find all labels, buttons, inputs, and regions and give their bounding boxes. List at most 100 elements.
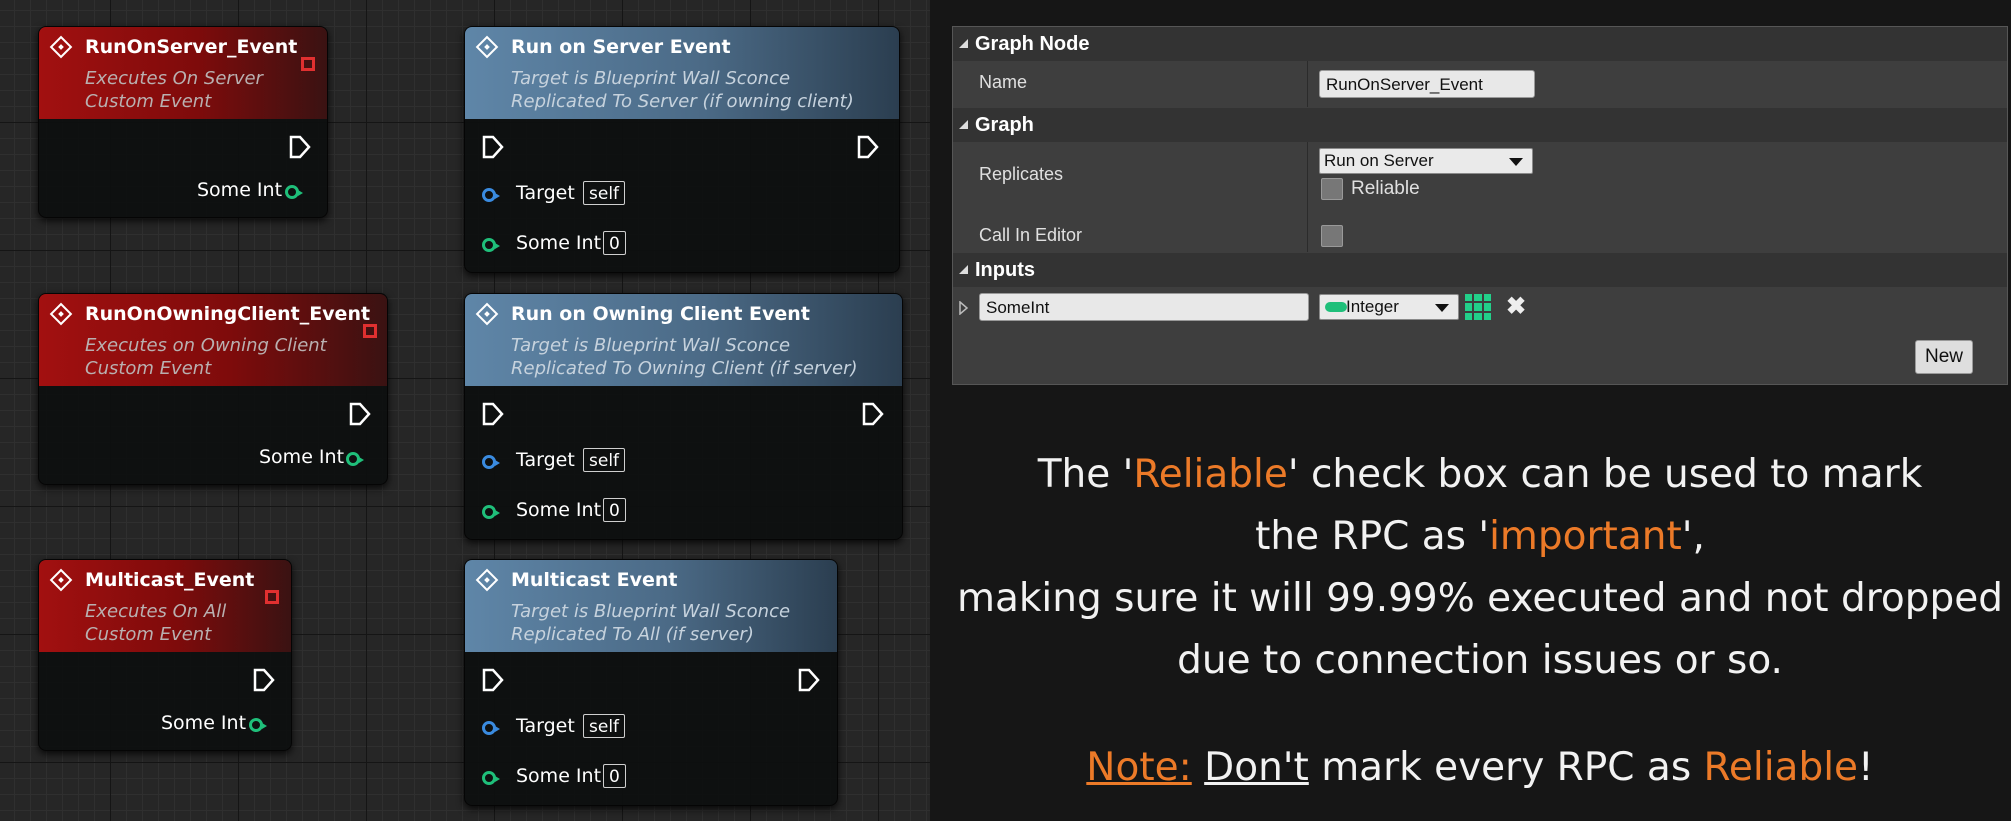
dropdown-value: Integer (1346, 297, 1399, 316)
int-pin-icon[interactable] (346, 452, 364, 466)
name-input[interactable]: RunOnServer_Event (1319, 70, 1535, 98)
exec-out-pin-icon[interactable] (862, 402, 884, 426)
target-pin-label: Target (516, 715, 575, 737)
target-pin-label: Target (516, 449, 575, 471)
int-pin-icon[interactable] (249, 718, 267, 732)
input-param-row: SomeInt Integer ✖ New (953, 287, 2007, 385)
expand-arrow-icon[interactable] (959, 301, 969, 315)
node-header: Run on Server Event Target is Blueprint … (465, 27, 899, 119)
target-value-box[interactable]: self (583, 448, 626, 472)
event-node-run-on-owning-client[interactable]: RunOnOwningClient_Event Executes on Owni… (38, 293, 388, 485)
int-pin-icon[interactable] (482, 505, 500, 519)
collapse-triangle-icon (959, 39, 968, 48)
node-subtitle: Executes on Owning Client Custom Event (85, 335, 327, 379)
target-value-box[interactable]: self (583, 181, 626, 205)
replication-square-icon (363, 324, 377, 338)
blueprint-graph-canvas[interactable]: RunOnServer_Event Executes On Server Cust… (0, 0, 930, 821)
name-label: Name (979, 72, 1028, 92)
call-node-run-on-owning-client[interactable]: Run on Owning Client Event Target is Blu… (464, 293, 903, 540)
event-diamond-icon (49, 35, 73, 59)
int-pin-icon[interactable] (482, 771, 500, 785)
int-pin-label: Some Int (516, 232, 602, 254)
object-pin-icon[interactable] (482, 188, 500, 202)
event-node-multicast[interactable]: Multicast_Event Executes On All Custom Ev… (38, 559, 292, 751)
section-title: Inputs (975, 259, 1035, 281)
node-subtitle: Target is Blueprint Wall Sconce Replicate… (511, 68, 854, 112)
target-pin-label: Target (516, 182, 575, 204)
exec-out-pin-icon[interactable] (349, 402, 371, 426)
replicates-dropdown[interactable]: Run on Server (1319, 148, 1533, 174)
call-in-editor-checkbox[interactable] (1321, 225, 1343, 247)
new-input-button[interactable]: New (1915, 340, 1973, 374)
note-dont: Don't (1204, 745, 1309, 790)
int-pin-label: Some Int (516, 499, 602, 521)
node-title: RunOnServer_Event (85, 36, 298, 58)
output-pin-label: Some Int (259, 446, 345, 468)
explanation-line-2: the RPC as 'important', (952, 507, 2008, 567)
node-title: Multicast Event (511, 569, 678, 591)
function-diamond-icon (475, 568, 499, 592)
column-divider (1307, 61, 1308, 107)
text-span: ', (1681, 514, 1705, 559)
container-type-grid-icon[interactable] (1465, 294, 1491, 320)
collapse-triangle-icon (959, 265, 968, 274)
node-header: Multicast Event Target is Blueprint Wall… (465, 560, 837, 652)
text-span: the RPC as ' (1255, 514, 1490, 559)
node-header: Run on Owning Client Event Target is Blu… (465, 294, 902, 386)
exec-out-pin-icon[interactable] (253, 668, 275, 692)
replicates-label: Replicates (979, 164, 1064, 184)
section-title: Graph Node (975, 33, 1090, 55)
collapse-triangle-icon (959, 120, 968, 129)
int-value-box[interactable]: 0 (603, 764, 626, 788)
object-pin-icon[interactable] (482, 721, 500, 735)
exec-in-pin-icon[interactable] (482, 668, 504, 692)
event-node-run-on-server[interactable]: RunOnServer_Event Executes On Server Cust… (38, 26, 328, 218)
input-type-dropdown[interactable]: Integer (1319, 294, 1459, 320)
call-in-editor-label: Call In Editor (979, 225, 1083, 245)
int-pin-icon[interactable] (285, 185, 303, 199)
reliable-checkbox[interactable] (1321, 178, 1343, 200)
int-pin-icon[interactable] (482, 238, 500, 252)
highlight-reliable: Reliable (1703, 745, 1859, 790)
text-span: ' check box can be used to mark (1287, 452, 1923, 497)
section-title: Graph (975, 114, 1034, 136)
event-diamond-icon (49, 568, 73, 592)
input-name-field[interactable]: SomeInt (979, 293, 1309, 321)
explanation-line-3: making sure it will 99.99% executed and … (956, 576, 2004, 621)
exec-out-pin-icon[interactable] (289, 135, 311, 159)
node-subtitle: Target is Blueprint Wall Sconce Replicate… (511, 601, 791, 645)
graph-section-header[interactable]: Graph (953, 108, 2007, 142)
dropdown-value: Run on Server (1324, 151, 1434, 170)
note-label: Note: (1086, 745, 1192, 790)
int-value-box[interactable]: 0 (603, 498, 626, 522)
note-line: Note: Don't mark every RPC as Reliable! (952, 738, 2008, 798)
replication-square-icon (301, 57, 315, 71)
exec-in-pin-icon[interactable] (482, 402, 504, 426)
target-value-box[interactable]: self (583, 714, 626, 738)
name-row: Name RunOnServer_Event (953, 61, 2007, 107)
integer-pill-icon (1325, 302, 1347, 312)
object-pin-icon[interactable] (482, 455, 500, 469)
text-span: ! (1858, 745, 1874, 790)
node-subtitle: Target is Blueprint Wall Sconce Replicate… (511, 335, 858, 379)
exec-out-pin-icon[interactable] (798, 668, 820, 692)
remove-input-icon[interactable]: ✖ (1506, 294, 1526, 320)
function-diamond-icon (475, 302, 499, 326)
exec-out-pin-icon[interactable] (857, 135, 879, 159)
call-node-multicast[interactable]: Multicast Event Target is Blueprint Wall… (464, 559, 838, 806)
node-title: Multicast_Event (85, 569, 255, 591)
output-pin-label: Some Int (161, 712, 247, 734)
text-span: mark every RPC as (1308, 745, 1704, 790)
call-node-run-on-server[interactable]: Run on Server Event Target is Blueprint … (464, 26, 900, 273)
inputs-section-header[interactable]: Inputs (953, 253, 2007, 287)
graph-node-section-header[interactable]: Graph Node (953, 27, 2007, 61)
replicates-row: Replicates Run on Server Reliable (953, 142, 2007, 252)
exec-in-pin-icon[interactable] (482, 135, 504, 159)
function-diamond-icon (475, 35, 499, 59)
explanation-line-4: due to connection issues or so. (1177, 638, 1783, 683)
highlight-reliable: Reliable (1133, 452, 1288, 497)
int-value-box[interactable]: 0 (603, 231, 626, 255)
event-diamond-icon (49, 302, 73, 326)
node-title: Run on Server Event (511, 36, 731, 58)
int-pin-label: Some Int (516, 765, 602, 787)
